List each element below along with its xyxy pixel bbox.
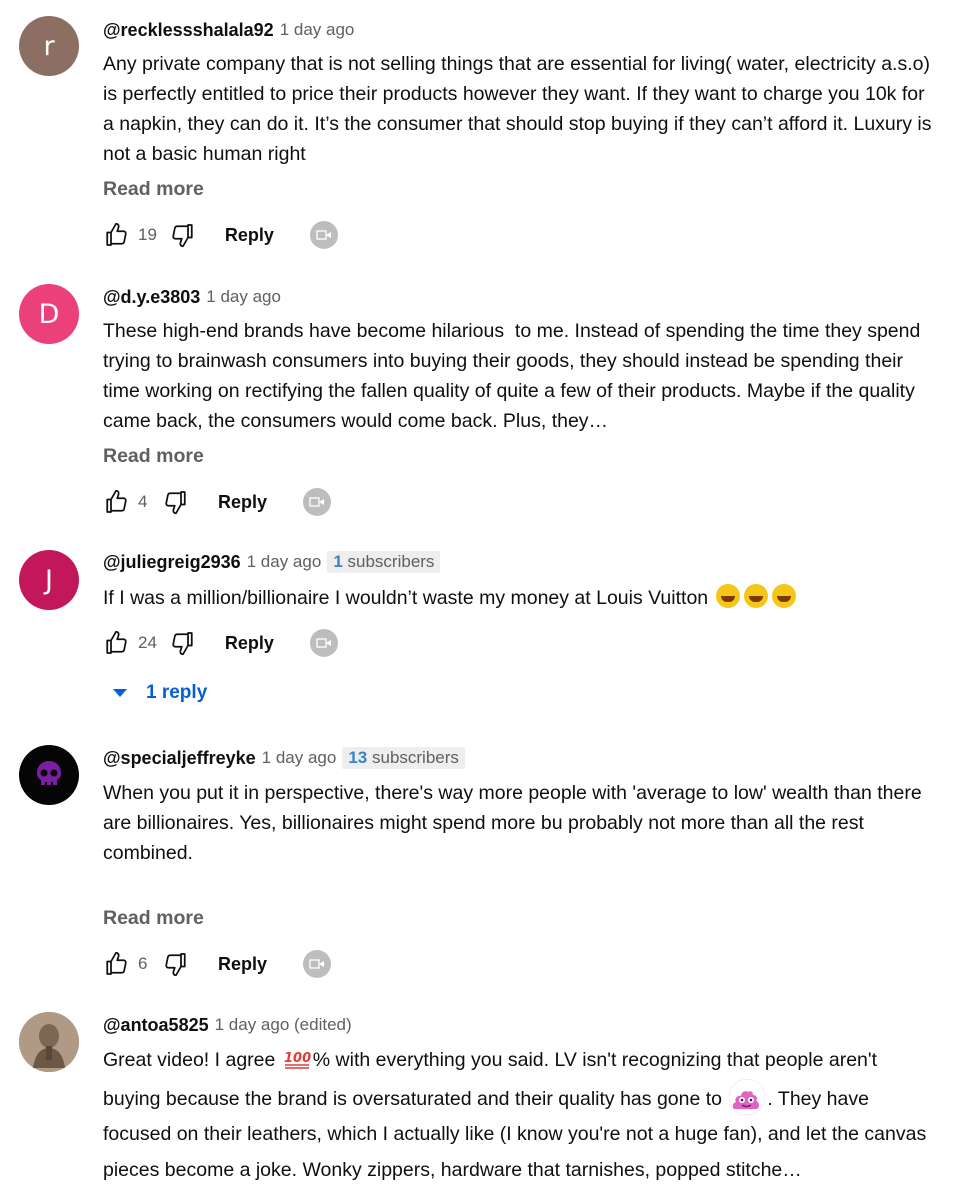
thumbs-down-icon <box>172 224 193 248</box>
comment-author[interactable]: @specialjeffreyke <box>103 748 256 769</box>
comment-text-part: Great video! I agree <box>103 1049 281 1071</box>
creator-heart-icon <box>303 950 332 978</box>
like-button[interactable] <box>100 948 132 980</box>
thumbs-up-icon <box>106 222 127 246</box>
like-count: 6 <box>138 954 148 973</box>
dislike-button[interactable] <box>160 948 192 980</box>
statue-avatar-icon <box>19 1012 79 1072</box>
thumbs-up-icon <box>106 951 127 975</box>
avatar[interactable] <box>19 745 79 805</box>
like-count: 24 <box>138 633 157 652</box>
dislike-button[interactable] <box>167 219 199 251</box>
comment-time[interactable]: 1 day ago <box>247 552 322 572</box>
reply-button[interactable]: Reply <box>210 948 275 981</box>
skull-avatar-icon <box>37 761 61 785</box>
read-more-button[interactable]: Read more <box>103 178 204 201</box>
comment-text: If I was a million/billionaire I wouldn’… <box>103 583 933 613</box>
caret-down-icon <box>113 689 127 697</box>
creator-heart-icon <box>303 488 332 516</box>
laughing-emoji-icon <box>743 584 768 608</box>
creator-heart-icon <box>309 221 338 249</box>
replies-count-label: 1 reply <box>146 682 208 703</box>
like-count: 19 <box>138 225 157 244</box>
comment-author[interactable]: @juliegreig2936 <box>103 552 241 573</box>
thumbs-up-icon <box>106 630 127 654</box>
avatar[interactable]: r <box>19 16 79 76</box>
laughing-emoji-icon <box>715 584 740 608</box>
dislike-button[interactable] <box>167 627 199 659</box>
thumbs-up-icon <box>106 489 127 513</box>
thumbs-down-icon <box>165 953 186 977</box>
subscriber-label: subscribers <box>347 552 435 571</box>
reply-button[interactable]: Reply <box>217 627 282 660</box>
thumbs-down-icon <box>165 491 186 515</box>
hundred-points-emoji-icon: 100 <box>284 1051 311 1069</box>
reply-button[interactable]: Reply <box>210 486 275 519</box>
creator-heart-icon <box>309 629 338 657</box>
comment-time[interactable]: 1 day ago <box>262 748 337 768</box>
read-more-button[interactable]: Read more <box>103 445 204 468</box>
avatar[interactable]: J <box>19 550 79 610</box>
subscriber-badge: 1 subscribers <box>327 551 441 573</box>
like-button[interactable] <box>100 627 132 659</box>
like-button[interactable] <box>100 486 132 518</box>
subscriber-count: 13 <box>348 748 368 767</box>
comment-time[interactable]: 1 day ago <box>206 287 281 307</box>
svg-text:100: 100 <box>284 1051 311 1066</box>
avatar[interactable]: D <box>19 284 79 344</box>
read-more-button[interactable]: Read more <box>103 907 204 930</box>
reply-button[interactable]: Reply <box>217 219 282 252</box>
subscriber-label: subscribers <box>371 748 459 767</box>
poop-emoji-icon <box>729 1078 766 1115</box>
dislike-button[interactable] <box>160 486 192 518</box>
comment-author[interactable]: @d.y.e3803 <box>103 287 200 308</box>
subscriber-badge: 13 subscribers <box>342 747 465 769</box>
comment-time[interactable]: 1 day ago (edited) <box>215 1015 352 1035</box>
thumbs-down-icon <box>172 632 193 656</box>
avatar-letter: J <box>45 564 53 596</box>
comment-text: When you put it in perspective, there's … <box>103 782 922 924</box>
comment-time[interactable]: 1 day ago <box>280 20 355 40</box>
comment-author[interactable]: @recklessshalala92 <box>103 20 274 41</box>
avatar-letter: D <box>38 298 60 330</box>
laughing-emoji-icon <box>771 584 796 608</box>
comment-text-body: If I was a million/billionaire I wouldn’… <box>103 587 709 609</box>
comment-author[interactable]: @antoa5825 <box>103 1015 209 1036</box>
view-replies-button[interactable]: 1 reply <box>110 682 207 704</box>
comment-text: Great video! I agree 100% with everythin… <box>103 1043 933 1188</box>
avatar-letter: r <box>43 30 55 62</box>
avatar[interactable] <box>19 1012 79 1072</box>
comment-text: Any private company that is not selling … <box>103 53 937 165</box>
comment-text: These high-end brands have become hilari… <box>103 320 926 432</box>
like-button[interactable] <box>100 219 132 251</box>
subscriber-count: 1 <box>333 552 343 571</box>
like-count: 4 <box>138 492 148 511</box>
